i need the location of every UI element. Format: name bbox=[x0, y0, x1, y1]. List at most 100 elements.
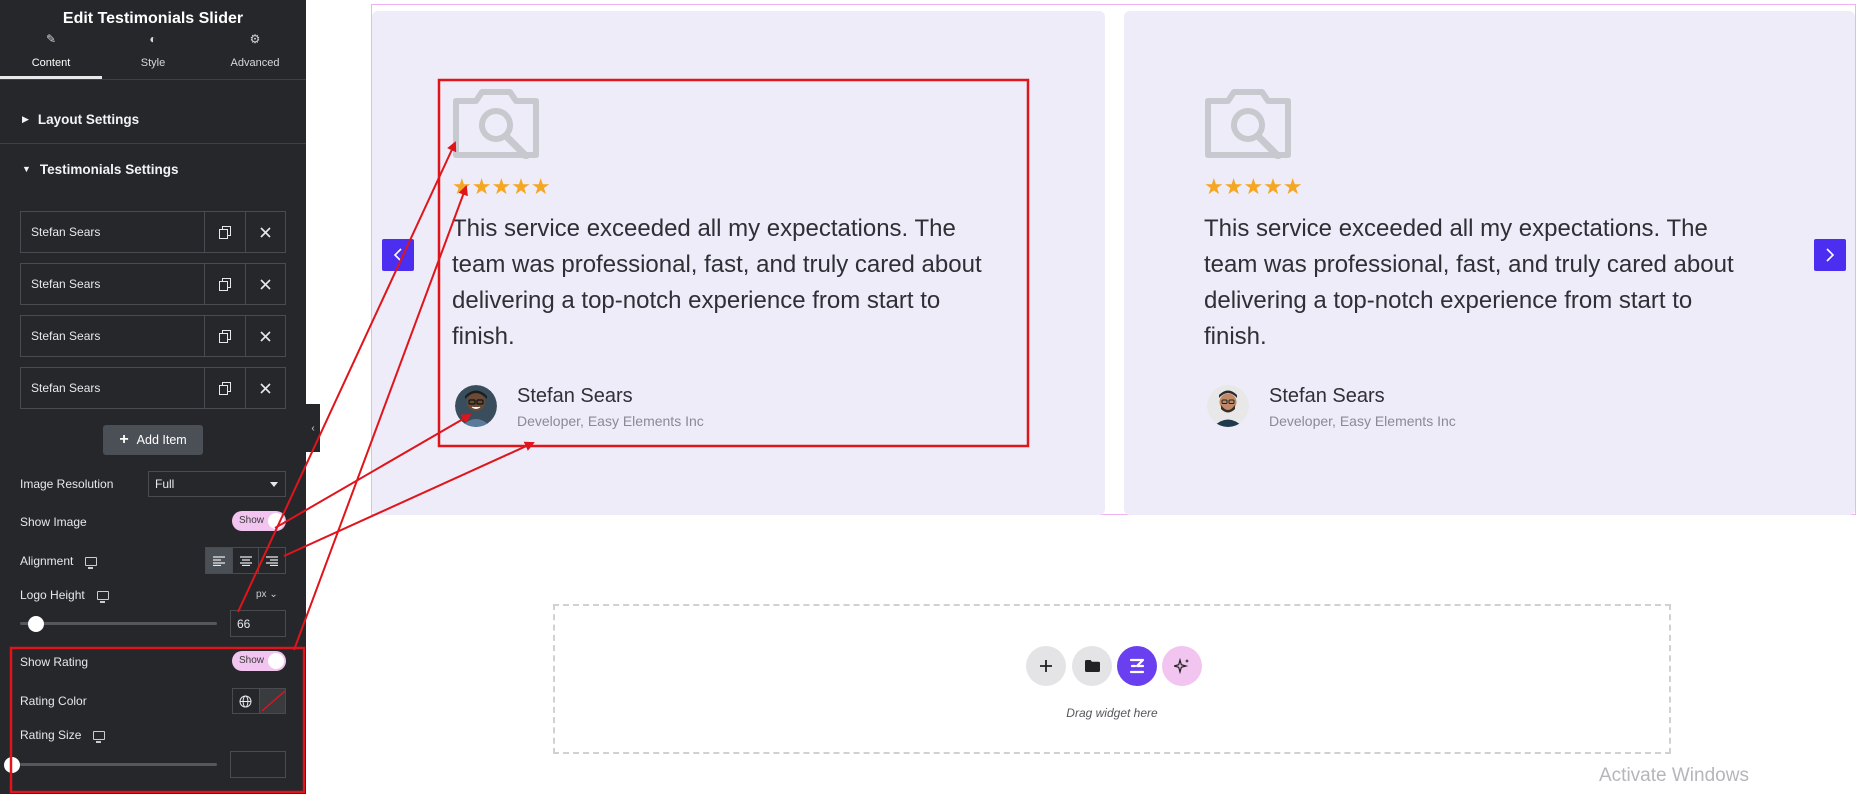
easy-elements-button[interactable] bbox=[1117, 646, 1157, 686]
chevron-left-icon bbox=[393, 248, 402, 262]
alignment-control bbox=[205, 547, 286, 574]
tab-content[interactable]: ✎ Content bbox=[0, 32, 102, 79]
close-icon[interactable] bbox=[245, 368, 285, 408]
avatar bbox=[1207, 385, 1249, 427]
folder-icon bbox=[1084, 660, 1100, 672]
unit-select[interactable]: px ⌄ bbox=[256, 589, 278, 600]
repeater-item-title[interactable]: Stefan Sears bbox=[21, 368, 205, 408]
caret-down-icon: ▼ bbox=[22, 164, 31, 174]
add-item-button[interactable]: + Add Item bbox=[103, 425, 203, 455]
next-slide-button[interactable] bbox=[1814, 239, 1846, 271]
add-section-button[interactable] bbox=[1026, 646, 1066, 686]
repeater-item-title[interactable]: Stefan Sears bbox=[21, 316, 205, 356]
duplicate-icon[interactable] bbox=[205, 316, 245, 356]
align-center-button[interactable] bbox=[231, 548, 259, 573]
chevron-right-icon bbox=[1826, 248, 1835, 262]
color-swatch[interactable] bbox=[258, 689, 285, 713]
tab-advanced[interactable]: ⚙ Advanced bbox=[204, 32, 306, 79]
toggle-knob bbox=[268, 653, 284, 669]
rating-color-label: Rating Color bbox=[20, 694, 87, 708]
logo-height-input[interactable]: 66 bbox=[230, 610, 286, 637]
quote-line: team was professional, fast, and truly c… bbox=[1204, 251, 1734, 278]
rating-size-slider-handle[interactable] bbox=[4, 757, 20, 773]
add-item-label: Add Item bbox=[136, 433, 187, 447]
duplicate-icon[interactable] bbox=[205, 368, 245, 408]
windows-activation-watermark: Activate Windows bbox=[1599, 765, 1749, 786]
section-layout-label: Layout Settings bbox=[37, 112, 140, 127]
alignment-text: Alignment bbox=[20, 554, 74, 568]
repeater-item: Stefan Sears bbox=[20, 211, 286, 253]
close-icon[interactable] bbox=[245, 212, 285, 252]
repeater-item-title[interactable]: Stefan Sears bbox=[21, 264, 205, 304]
testimonial-card: ★★★★★ This service exceeded all my expec… bbox=[1124, 11, 1855, 515]
desktop-icon[interactable] bbox=[96, 590, 109, 603]
image-resolution-select[interactable]: Full bbox=[148, 471, 286, 497]
gear-icon: ⚙ bbox=[249, 32, 261, 46]
author-role: Developer, Easy Elements Inc bbox=[517, 413, 704, 429]
rating-color-control bbox=[232, 688, 286, 714]
show-rating-text: Show Rating bbox=[20, 655, 89, 669]
quote-line: This service exceeded all my expectation… bbox=[452, 215, 956, 242]
caret-right-icon: ▶ bbox=[22, 114, 29, 124]
half-circle-icon: ◐ bbox=[149, 32, 157, 46]
logo-height-text: Logo Height bbox=[20, 588, 85, 602]
duplicate-icon[interactable] bbox=[205, 264, 245, 304]
rating-size-slider-track[interactable] bbox=[20, 763, 217, 766]
pencil-icon: ✎ bbox=[45, 32, 57, 46]
testimonial-card: ★★★★★ This service exceeded all my expec… bbox=[372, 11, 1105, 515]
align-right-button[interactable] bbox=[258, 548, 285, 573]
show-image-text: Show Image bbox=[20, 515, 87, 529]
align-center-icon bbox=[239, 555, 252, 566]
repeater-item-title[interactable]: Stefan Sears bbox=[21, 212, 205, 252]
close-icon[interactable] bbox=[245, 316, 285, 356]
section-layout-settings[interactable]: ▶ Layout Settings bbox=[0, 96, 306, 144]
tab-style[interactable]: ◐ Style bbox=[102, 32, 204, 79]
quote-line: delivering a top-notch experience from s… bbox=[1204, 287, 1693, 314]
author-name: Stefan Sears bbox=[517, 385, 633, 407]
rating-stars: ★★★★★ bbox=[452, 174, 551, 199]
tab-style-label: Style bbox=[140, 57, 166, 69]
avatar bbox=[455, 385, 497, 427]
plus-icon: + bbox=[119, 431, 129, 448]
desktop-icon[interactable] bbox=[93, 730, 106, 743]
rating-color-text: Rating Color bbox=[20, 694, 87, 708]
rating-size-text: Rating Size bbox=[20, 728, 82, 742]
testimonial-quote: This service exceeded all my expectation… bbox=[452, 211, 1072, 355]
section-testimonials-settings[interactable]: ▼ Testimonials Settings bbox=[0, 145, 306, 193]
rating-size-input[interactable] bbox=[230, 751, 286, 778]
logo-height-slider-handle[interactable] bbox=[27, 616, 44, 632]
show-image-label: Show Image bbox=[20, 515, 87, 529]
image-placeholder-icon bbox=[453, 89, 539, 159]
section-testimonials-label: Testimonials Settings bbox=[39, 161, 179, 177]
ai-assistant-button[interactable] bbox=[1162, 646, 1202, 686]
widget-drop-zone[interactable]: Drag widget here bbox=[553, 604, 1671, 754]
logo-height-value: 66 bbox=[237, 616, 251, 631]
desktop-icon[interactable] bbox=[85, 556, 98, 569]
globe-icon[interactable] bbox=[233, 689, 259, 713]
image-placeholder-icon bbox=[1205, 89, 1291, 159]
prev-slide-button[interactable] bbox=[382, 239, 414, 271]
show-image-toggle[interactable]: Show bbox=[232, 511, 286, 531]
template-library-button[interactable] bbox=[1072, 646, 1112, 686]
image-resolution-value: Full bbox=[155, 477, 175, 491]
collapse-panel-button[interactable]: ‹ bbox=[306, 404, 320, 452]
editor-panel: Edit Testimonials Slider ✎ Content ◐ Sty… bbox=[0, 0, 306, 794]
quote-line: This service exceeded all my expectation… bbox=[1204, 215, 1708, 242]
image-resolution-label: Image Resolution bbox=[20, 477, 113, 491]
repeater-item: Stefan Sears bbox=[20, 367, 286, 409]
repeater-item: Stefan Sears bbox=[20, 315, 286, 357]
image-resolution-text: Image Resolution bbox=[20, 477, 114, 491]
show-rating-toggle-label: Show bbox=[239, 655, 265, 666]
rating-stars: ★★★★★ bbox=[1204, 174, 1303, 199]
toggle-knob bbox=[268, 513, 284, 529]
testimonial-quote: This service exceeded all my expectation… bbox=[1204, 211, 1824, 355]
logo-height-slider-track[interactable] bbox=[20, 622, 217, 625]
author-name: Stefan Sears bbox=[1269, 385, 1385, 407]
duplicate-icon[interactable] bbox=[205, 212, 245, 252]
quote-line: delivering a top-notch experience from s… bbox=[452, 287, 941, 314]
show-rating-toggle[interactable]: Show bbox=[232, 651, 286, 671]
easy-elements-logo-icon bbox=[1129, 658, 1145, 674]
align-left-button[interactable] bbox=[206, 548, 232, 573]
close-icon[interactable] bbox=[245, 264, 285, 304]
tab-advanced-label: Advanced bbox=[230, 57, 280, 69]
